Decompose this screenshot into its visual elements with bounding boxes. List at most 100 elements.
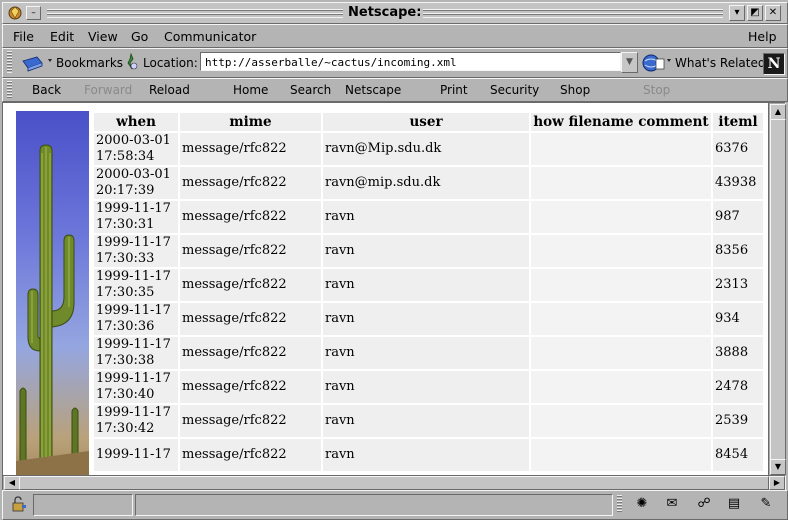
- cell-user: ravn: [323, 405, 529, 437]
- navigator-icon[interactable]: ✺: [633, 496, 651, 512]
- when-date: 1999-11-17: [96, 269, 171, 284]
- scroll-down-arrow[interactable]: ▼: [770, 459, 786, 475]
- cell-iteml: 8454: [713, 439, 763, 471]
- menu-communicator[interactable]: Communicator: [164, 29, 256, 44]
- page-content: when mime user how filename comment item…: [2, 102, 770, 476]
- scroll-left-arrow[interactable]: ◀: [4, 476, 20, 490]
- home-button[interactable]: Home: [233, 83, 268, 97]
- address-book-icon[interactable]: ✎: [757, 496, 775, 512]
- when-date: 1999-11-17: [96, 337, 171, 352]
- whats-related-label[interactable]: What's Related: [675, 56, 765, 70]
- table-row: 1999-11-17 17:30:42 message/rfc822 ravn 2539: [94, 405, 763, 437]
- cell-iteml: 6376: [713, 133, 763, 165]
- reload-button[interactable]: Reload: [149, 83, 190, 97]
- print-button[interactable]: Print: [440, 83, 468, 97]
- vertical-scroll-thumb[interactable]: [770, 119, 786, 461]
- menu-view[interactable]: View: [88, 29, 118, 44]
- cell-how-filename-comment: [531, 303, 711, 335]
- cell-iteml: 2313: [713, 269, 763, 301]
- component-bar-grip[interactable]: [617, 495, 622, 513]
- when-time: 17:30:33: [96, 251, 155, 266]
- cell-when: 1999-11-17 17:30:42: [94, 405, 178, 437]
- cell-how-filename-comment: [531, 269, 711, 301]
- url-dropdown-button[interactable]: ▼: [621, 52, 638, 73]
- bookmarks-label[interactable]: Bookmarks: [56, 56, 123, 70]
- cell-user: ravn: [323, 269, 529, 301]
- whats-related-icon[interactable]: [641, 53, 673, 73]
- url-input[interactable]: http://asserballe/~cactus/incoming.xml: [200, 52, 621, 71]
- cell-user: ravn@Mip.sdu.dk: [323, 133, 529, 165]
- cell-user: ravn: [323, 235, 529, 267]
- menu-edit[interactable]: Edit: [50, 29, 74, 44]
- maximize-button[interactable]: ◩: [747, 5, 763, 21]
- close-button[interactable]: ✕: [765, 5, 781, 21]
- when-date: 1999-11-17: [96, 303, 171, 318]
- incoming-table: when mime user how filename comment item…: [92, 111, 765, 473]
- security-lock-icon[interactable]: [11, 496, 27, 512]
- table-row: 1999-11-17 17:30:36 message/rfc822 ravn 934: [94, 303, 763, 335]
- header-comment: comment: [638, 114, 709, 130]
- toolbar-grip[interactable]: [7, 51, 12, 73]
- cell-iteml: 8356: [713, 235, 763, 267]
- cell-mime: message/rfc822: [180, 439, 321, 471]
- forward-button[interactable]: Forward: [84, 83, 132, 97]
- composer-icon[interactable]: ▤: [725, 496, 743, 512]
- netscape-logo[interactable]: N: [763, 53, 785, 75]
- netscape-button[interactable]: Netscape: [345, 83, 401, 97]
- cell-when: 1999-11-17 17:30:33: [94, 235, 178, 267]
- when-time: 17:30:35: [96, 285, 155, 300]
- vertical-scrollbar[interactable]: ▲ ▼: [768, 102, 786, 476]
- menu-go[interactable]: Go: [131, 29, 148, 44]
- cell-iteml: 43938: [713, 167, 763, 199]
- stop-button[interactable]: Stop: [643, 83, 670, 97]
- when-time: 17:30:38: [96, 353, 155, 368]
- cell-when: 1999-11-17 17:30:31: [94, 201, 178, 233]
- header-iteml: iteml: [713, 113, 763, 131]
- table-row: 1999-11-17 17:30:35 message/rfc822 ravn 2313: [94, 269, 763, 301]
- cell-how-filename-comment: [531, 439, 711, 471]
- mail-icon[interactable]: ✉: [663, 496, 681, 512]
- back-button[interactable]: Back: [32, 83, 61, 97]
- table-row: 1999-11-17 message/rfc822 ravn 8454: [94, 439, 763, 471]
- cell-mime: message/rfc822: [180, 167, 321, 199]
- when-time: 20:17:39: [96, 183, 155, 198]
- bookmarks-icon[interactable]: [20, 53, 54, 73]
- when-date: 1999-11-17: [96, 405, 171, 420]
- cell-user: ravn@mip.sdu.dk: [323, 167, 529, 199]
- horizontal-scrollbar[interactable]: ◀ ▶: [2, 475, 786, 491]
- window-title: Netscape:: [348, 5, 422, 20]
- location-icon[interactable]: [123, 53, 139, 71]
- menu-help[interactable]: Help: [748, 29, 777, 44]
- title-bar: – Netscape: ▾ ◩ ✕: [2, 2, 788, 24]
- when-time: 17:30:42: [96, 421, 155, 436]
- when-date: 1999-11-17: [96, 201, 171, 216]
- cell-when: 1999-11-17: [94, 439, 178, 471]
- when-time: 17:30:31: [96, 217, 155, 232]
- cell-iteml: 987: [713, 201, 763, 233]
- search-button[interactable]: Search: [290, 83, 331, 97]
- shop-button[interactable]: Shop: [560, 83, 590, 97]
- cell-user: ravn: [323, 371, 529, 403]
- discussions-icon[interactable]: ☍: [695, 496, 713, 512]
- cell-mime: message/rfc822: [180, 405, 321, 437]
- cell-iteml: 2539: [713, 405, 763, 437]
- shade-button[interactable]: –: [26, 6, 41, 20]
- header-when: when: [94, 113, 178, 131]
- cactus-image: [16, 111, 89, 475]
- cell-user: ravn: [323, 201, 529, 233]
- toolbar-grip[interactable]: [7, 81, 12, 98]
- scroll-up-arrow[interactable]: ▲: [770, 104, 786, 120]
- menu-file[interactable]: File: [13, 29, 34, 44]
- menu-bar: File Edit View Go Communicator Help: [2, 24, 788, 48]
- location-label: Location:: [143, 56, 198, 70]
- cell-mime: message/rfc822: [180, 201, 321, 233]
- security-button[interactable]: Security: [490, 83, 539, 97]
- when-time: 17:58:34: [96, 149, 155, 164]
- header-how-filename-comment: how filename comment: [531, 113, 711, 131]
- horizontal-scroll-thumb[interactable]: [19, 476, 769, 490]
- netscape-window-icon[interactable]: [6, 4, 24, 21]
- scroll-right-arrow[interactable]: ▶: [769, 476, 785, 490]
- cell-iteml: 2478: [713, 371, 763, 403]
- minimize-button[interactable]: ▾: [729, 5, 745, 21]
- cell-how-filename-comment: [531, 337, 711, 369]
